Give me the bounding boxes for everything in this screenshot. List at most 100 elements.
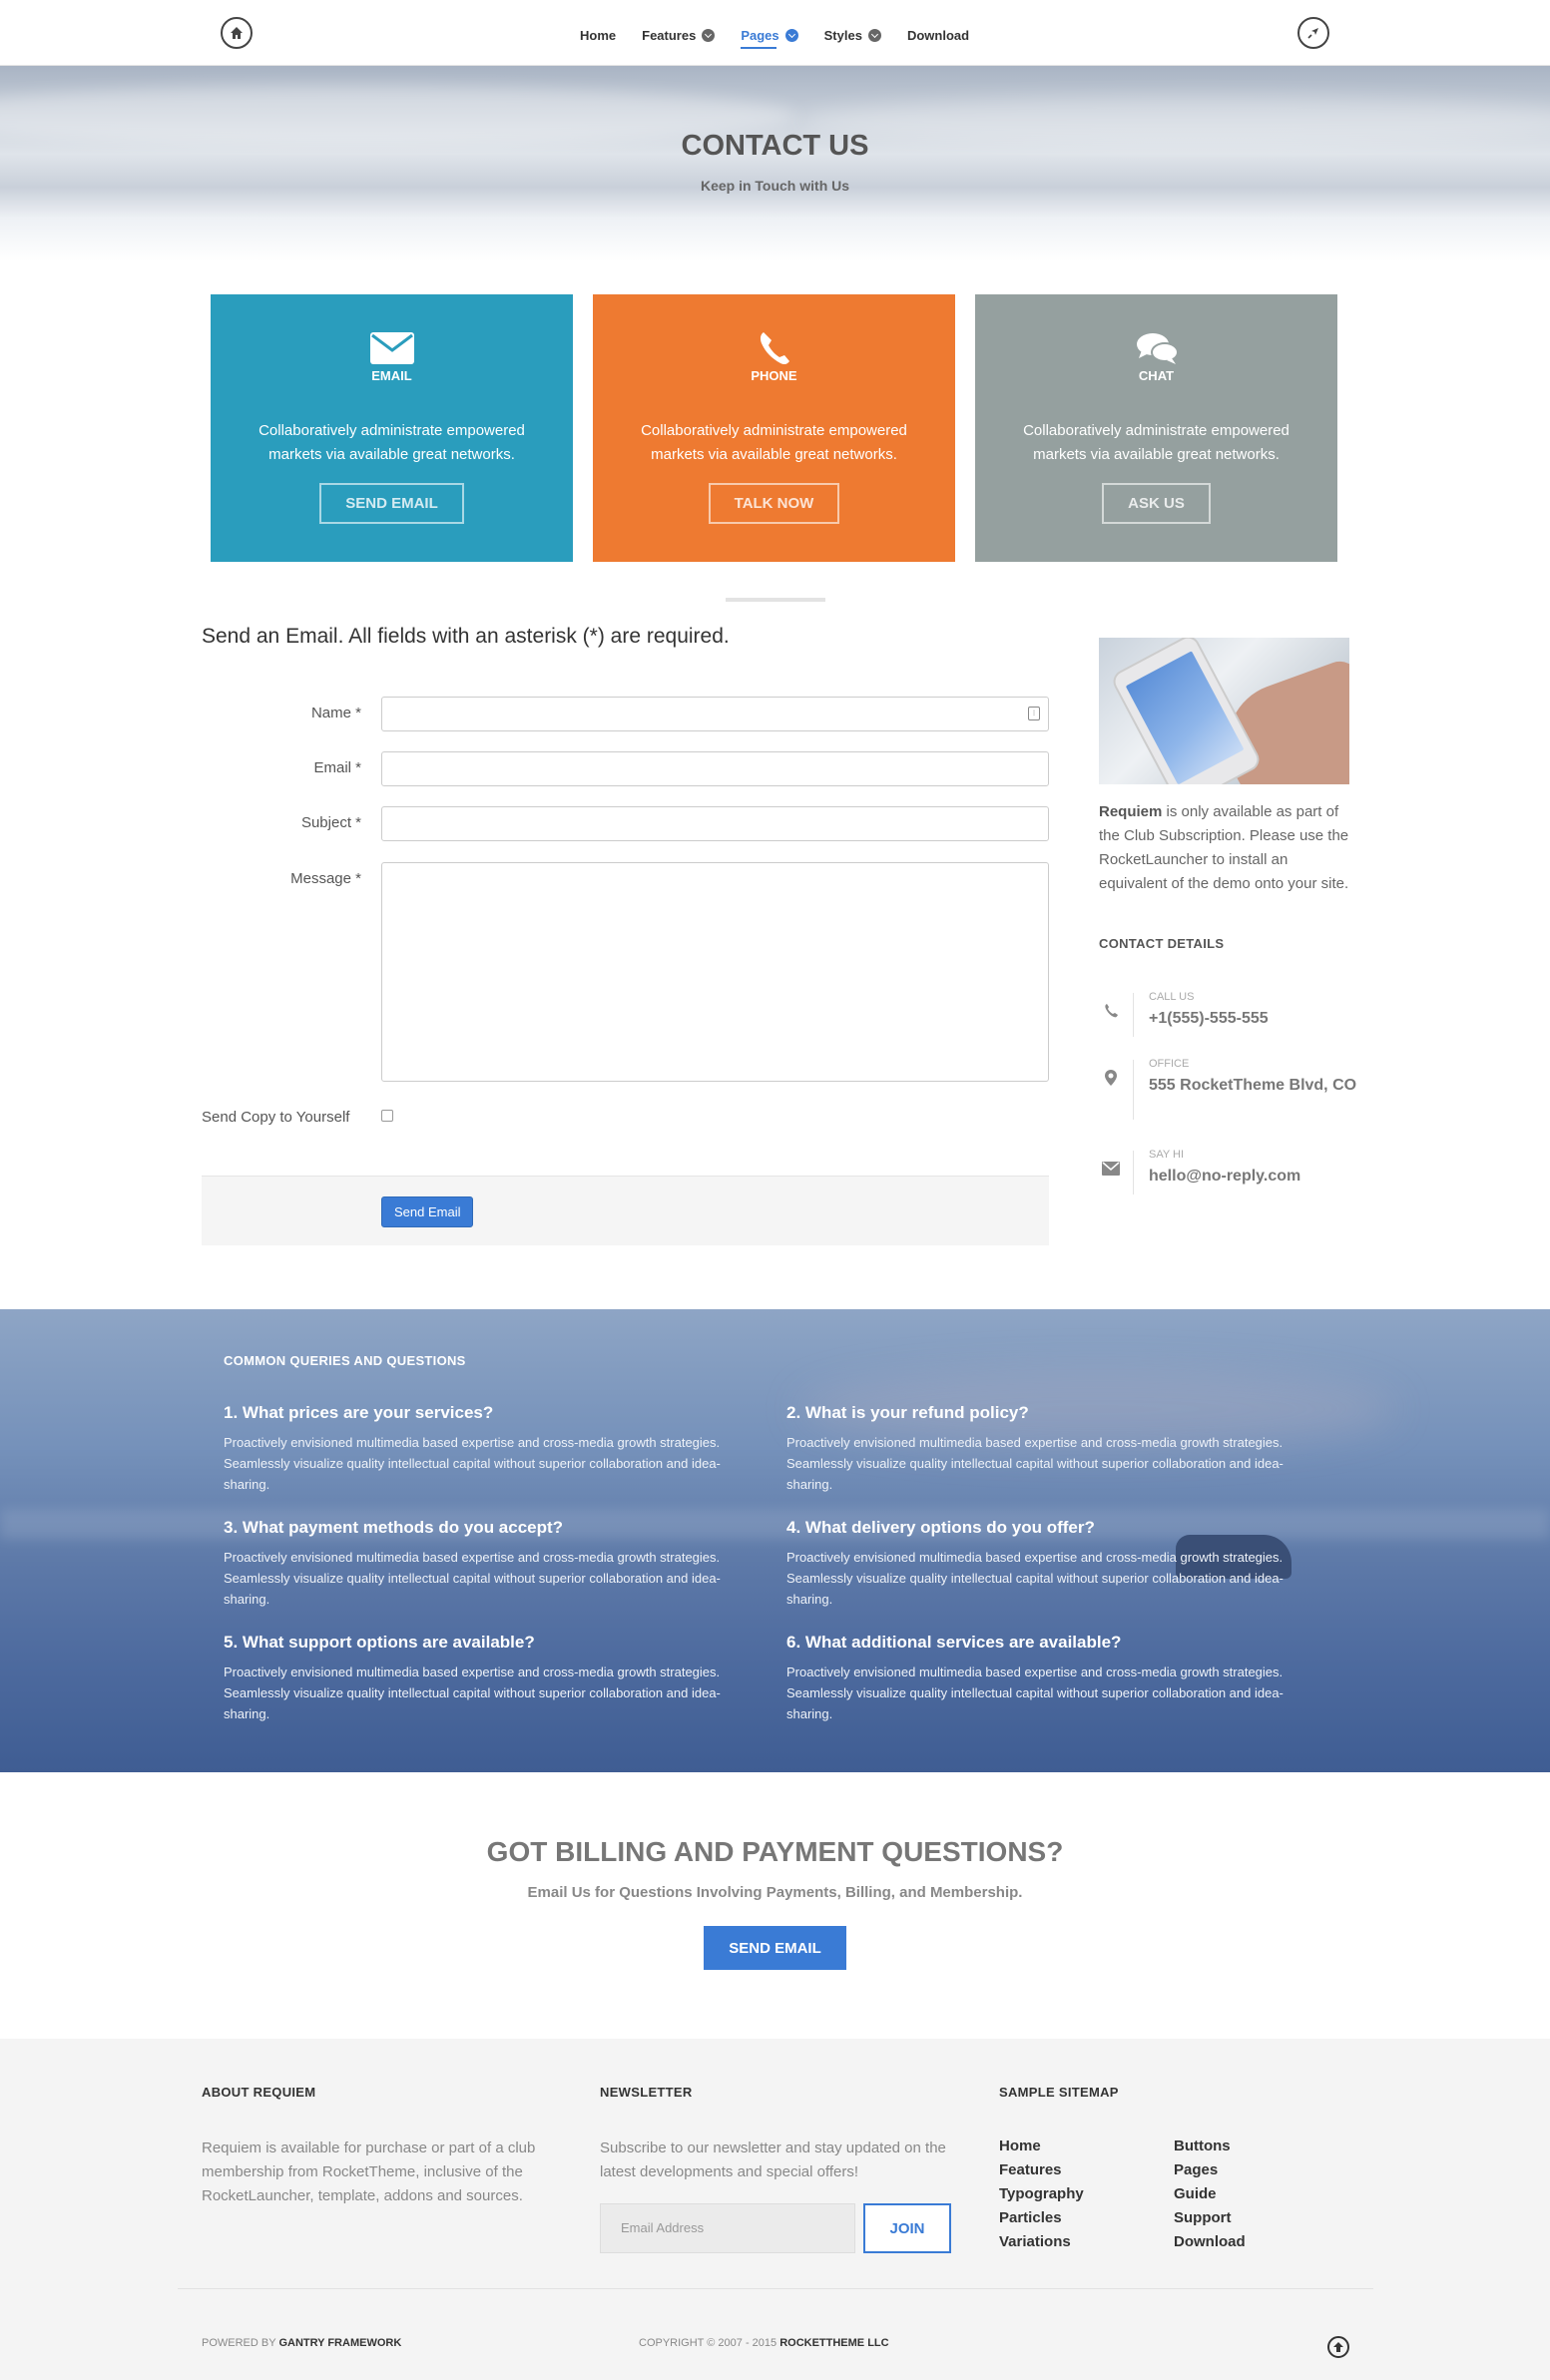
email-address[interactable]: hello@no-reply.com: [1149, 1165, 1358, 1189]
faq-question: 1. What prices are your services?: [224, 1403, 494, 1422]
subject-field[interactable]: [381, 806, 1049, 841]
faq-answer: Proactively envisioned multimedia based …: [786, 1550, 1284, 1607]
card-text: Collaboratively administrate empowered m…: [258, 422, 525, 463]
sitemap-link-particles[interactable]: Particles: [999, 2206, 1084, 2230]
top-navigation: Home Features Pages Styles Download: [0, 0, 1550, 66]
phone-in-hand-image: [1099, 638, 1349, 784]
nav-styles[interactable]: Styles: [824, 25, 881, 45]
rockettheme-link[interactable]: ROCKETTHEME LLC: [779, 2337, 888, 2349]
sitemap-link-guide[interactable]: Guide: [1174, 2182, 1246, 2206]
brand-name: Requiem: [1099, 803, 1163, 820]
card-text: Collaboratively administrate empowered m…: [1023, 422, 1290, 463]
faq-answer: Proactively envisioned multimedia based …: [224, 1550, 721, 1607]
sitemap-heading: SAMPLE SITEMAP: [999, 2085, 1119, 2100]
say-hi-label: SAY HI: [1149, 1149, 1185, 1161]
autofill-key-icon[interactable]: ⁝: [1028, 707, 1040, 720]
nav-features[interactable]: Features: [642, 25, 716, 45]
sitemap-column-2: Buttons Pages Guide Support Download: [1174, 2135, 1246, 2254]
faq-question: 3. What payment methods do you accept?: [224, 1518, 564, 1537]
sitemap-link-support[interactable]: Support: [1174, 2206, 1246, 2230]
nav-pages[interactable]: Pages: [741, 25, 798, 49]
send-email-card-button[interactable]: SEND EMAIL: [319, 483, 464, 524]
main-menu: Home Features Pages Styles Download: [580, 25, 995, 49]
nav-home[interactable]: Home: [580, 25, 616, 45]
gantry-link[interactable]: GANTRY FRAMEWORK: [278, 2337, 401, 2349]
copyright-prefix: COPYRIGHT © 2007 - 2015: [639, 2337, 780, 2349]
office-label: OFFICE: [1149, 1058, 1190, 1070]
email-field[interactable]: [381, 751, 1049, 786]
sitemap-link-buttons[interactable]: Buttons: [1174, 2135, 1246, 2158]
faq-section: COMMON QUERIES AND QUESTIONS 1. What pri…: [0, 1309, 1550, 1772]
contact-details-heading: CONTACT DETAILS: [1099, 936, 1225, 951]
faq-item: 1. What prices are your services? Proact…: [224, 1403, 723, 1495]
powered-by: POWERED BY GANTRY FRAMEWORK: [202, 2337, 401, 2349]
talk-now-button[interactable]: TALK NOW: [708, 483, 840, 524]
faq-question: 5. What support options are available?: [224, 1633, 535, 1652]
nav-styles-label: Styles: [823, 27, 862, 43]
form-heading: Send an Email. All fields with an asteri…: [202, 625, 730, 648]
office-address: 555 RocketTheme Blvd, CO: [1149, 1077, 1357, 1094]
nav-features-label: Features: [642, 27, 697, 43]
newsletter-heading: NEWSLETTER: [600, 2085, 693, 2100]
email-card: EMAIL Collaboratively administrate empow…: [211, 294, 573, 562]
chat-icon: [1134, 330, 1180, 366]
sitemap-column-1: Home Features Typography Particles Varia…: [999, 2135, 1084, 2254]
footer: ABOUT REQUIEM Requiem is available for p…: [0, 2039, 1550, 2380]
sidebar-intro: Requiem is only available as part of the…: [1099, 800, 1349, 896]
message-textarea[interactable]: [381, 862, 1049, 1082]
card-title: PHONE: [751, 368, 797, 383]
faq-item: 4. What delivery options do you offer? P…: [786, 1518, 1286, 1610]
copy-checkbox[interactable]: [381, 1110, 393, 1122]
faq-answer: Proactively envisioned multimedia based …: [786, 1435, 1284, 1492]
name-field[interactable]: ⁝: [381, 697, 1049, 731]
faq-item: 3. What payment methods do you accept? P…: [224, 1518, 723, 1610]
newsletter-email-input[interactable]: Email Address: [600, 2203, 855, 2253]
ask-us-button[interactable]: ASK US: [1102, 483, 1211, 524]
sitemap-link-features[interactable]: Features: [999, 2158, 1084, 2182]
home-icon[interactable]: [221, 17, 253, 49]
send-email-button[interactable]: Send Email: [381, 1196, 474, 1227]
phone-icon: [1099, 999, 1123, 1023]
nav-pages-label: Pages: [741, 27, 779, 43]
envelope-icon: [369, 330, 415, 366]
powered-prefix: POWERED BY: [202, 2337, 279, 2349]
call-us-label: CALL US: [1149, 991, 1195, 1003]
chat-card: CHAT Collaboratively administrate empowe…: [975, 294, 1337, 562]
arrow-up-icon[interactable]: [1327, 2336, 1349, 2358]
email-label: Email *: [313, 759, 361, 776]
about-heading: ABOUT REQUIEM: [202, 2085, 316, 2100]
sitemap-link-typography[interactable]: Typography: [999, 2182, 1084, 2206]
newsletter-text: Subscribe to our newsletter and stay upd…: [600, 2140, 946, 2180]
faq-question: 2. What is your refund policy?: [786, 1403, 1029, 1422]
chevron-down-icon: [867, 28, 881, 42]
hero-banner: CONTACT US Keep in Touch with Us: [0, 66, 1550, 261]
rocket-icon[interactable]: [1297, 17, 1329, 49]
cta-send-email-button[interactable]: SEND EMAIL: [704, 1926, 846, 1970]
phone-card: PHONE Collaboratively administrate empow…: [593, 294, 955, 562]
faq-answer: Proactively envisioned multimedia based …: [224, 1665, 721, 1721]
sitemap-link-pages[interactable]: Pages: [1174, 2158, 1246, 2182]
card-title: CHAT: [1138, 368, 1175, 383]
section-divider: [726, 598, 825, 602]
phone-number[interactable]: +1(555)-555-555: [1149, 1007, 1358, 1031]
card-title: EMAIL: [371, 368, 412, 383]
phone-icon: [752, 330, 797, 366]
footer-divider: [178, 2288, 1373, 2289]
faq-answer: Proactively envisioned multimedia based …: [224, 1435, 721, 1492]
faq-heading: COMMON QUERIES AND QUESTIONS: [224, 1353, 466, 1368]
join-button[interactable]: JOIN: [863, 2203, 951, 2253]
faq-item: 5. What support options are available? P…: [224, 1633, 723, 1724]
card-text: Collaboratively administrate empowered m…: [641, 422, 907, 463]
message-label: Message *: [290, 870, 361, 887]
form-actions: Send Email: [202, 1176, 1049, 1245]
chevron-down-icon: [702, 28, 716, 42]
nav-download[interactable]: Download: [907, 25, 969, 45]
faq-question: 4. What delivery options do you offer?: [786, 1518, 1095, 1537]
cta-title: GOT BILLING AND PAYMENT QUESTIONS?: [486, 1836, 1064, 1867]
sitemap-link-download[interactable]: Download: [1174, 2230, 1246, 2254]
name-label: Name *: [310, 705, 361, 721]
faq-question: 6. What additional services are availabl…: [786, 1633, 1122, 1652]
sitemap-link-variations[interactable]: Variations: [999, 2230, 1084, 2254]
envelope-icon: [1099, 1157, 1123, 1181]
sitemap-link-home[interactable]: Home: [999, 2135, 1084, 2158]
